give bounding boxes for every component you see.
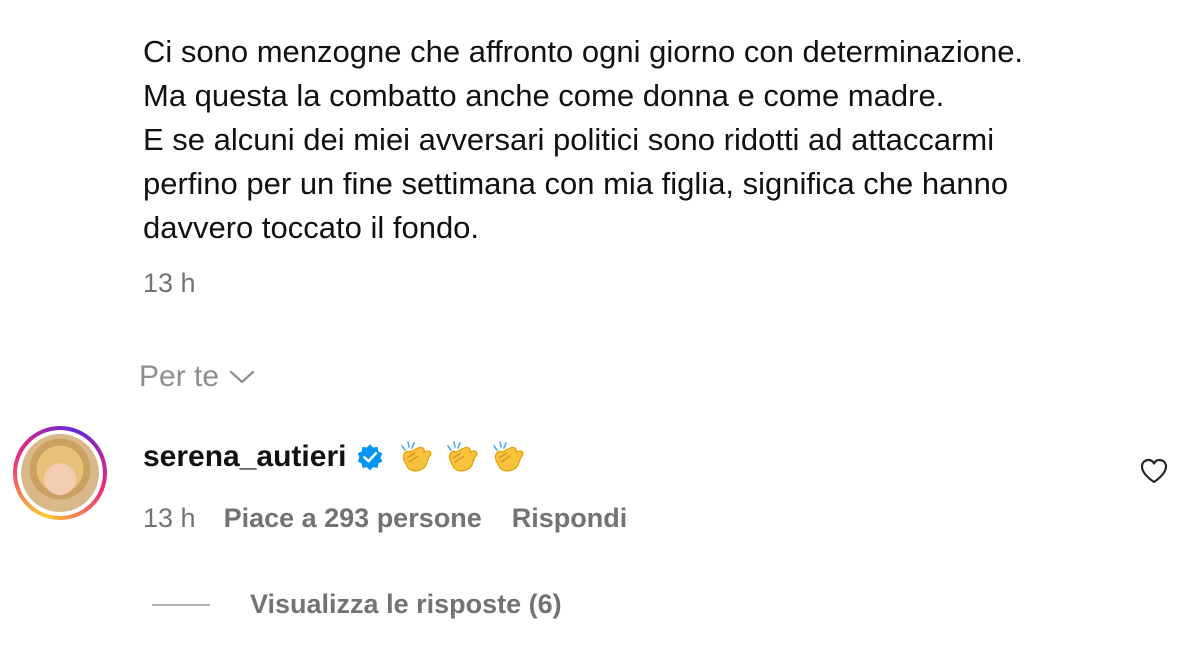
caption-line: perfino per un fine settimana con mia fi… <box>143 166 1009 201</box>
caption-line: Ci sono menzogne che affronto ogni giorn… <box>143 34 1024 69</box>
post-caption: Ci sono menzogne che affronto ogni giorn… <box>143 30 1143 250</box>
comment-meta: 13 h Piace a 293 persone Rispondi <box>143 503 627 534</box>
verified-badge-icon <box>358 444 383 471</box>
clapping-hands-emoji <box>493 441 524 472</box>
comment-likes-count[interactable]: Piace a 293 persone <box>224 503 482 534</box>
caption-line: Ma questa la combatto anche come donna e… <box>143 78 945 113</box>
caption-line: E se alcuni dei miei avversari politici … <box>143 122 995 157</box>
comment-sort-label: Per te <box>139 360 220 393</box>
heart-icon[interactable] <box>1139 457 1169 485</box>
clapping-hands-emoji <box>447 441 478 472</box>
comment-username[interactable]: serena_autieri <box>143 440 346 474</box>
view-replies-button[interactable]: Visualizza le risposte (6) <box>152 589 562 620</box>
clapping-hands-emoji <box>401 441 432 472</box>
comment-emoji <box>398 440 526 474</box>
comment-timestamp: 13 h <box>143 503 196 533</box>
avatar[interactable] <box>13 426 107 520</box>
post-timestamp: 13 h <box>143 268 196 298</box>
caption-line: davvero toccato il fondo. <box>143 210 480 245</box>
comment-header: serena_autieri <box>143 440 526 474</box>
replies-divider <box>152 603 210 606</box>
chevron-down-icon <box>229 370 255 384</box>
avatar-image <box>21 434 99 512</box>
reply-button[interactable]: Rispondi <box>512 503 628 534</box>
view-replies-label: Visualizza le risposte (6) <box>250 589 562 619</box>
comment-sort-dropdown[interactable]: Per te <box>139 360 255 394</box>
comment-thread: Ci sono menzogne che affronto ogni giorn… <box>0 0 1200 654</box>
